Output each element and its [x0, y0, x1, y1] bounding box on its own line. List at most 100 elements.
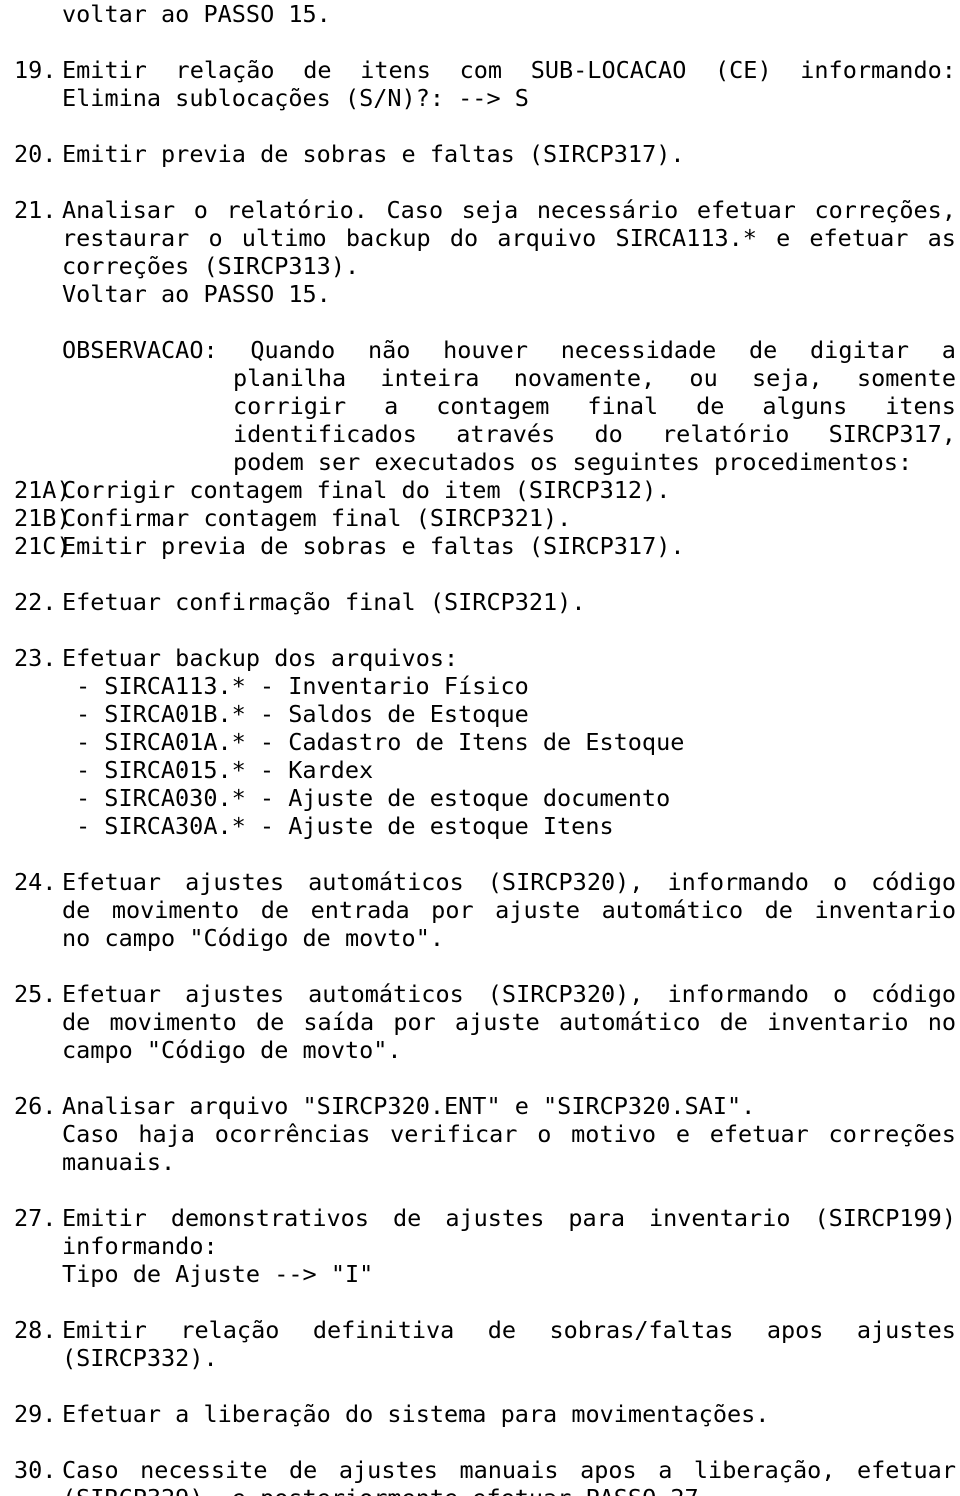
word: o [537, 1120, 552, 1148]
line-text: (SIRCP329), e posteriormente efetuar PAS… [62, 1484, 956, 1496]
word: código [871, 868, 956, 896]
word: movimento [111, 896, 240, 924]
word: efetuar [696, 196, 796, 224]
word: motivo [571, 1120, 657, 1148]
text-line: identificados através do relatório SIRCP317, [14, 420, 956, 448]
step-number: 19. [14, 56, 57, 84]
substep-line: 21B) Confirmar contagem final (SIRCP321). [14, 504, 956, 532]
word: a [941, 336, 956, 364]
text-line: campo "Código de movto". [14, 1036, 956, 1064]
word: Emitir [62, 1316, 147, 1344]
text-line: 25. Efetuar ajustes automáticos (SIRCP320), i… [14, 980, 956, 1008]
word: a [384, 392, 399, 420]
word: efetuar [856, 1456, 956, 1484]
line-text: Efetuar ajustes automáticos (SIRCP320), info… [62, 980, 956, 1008]
step-block: 20. Emitir previa de sobras e faltas (SIR… [14, 140, 956, 168]
word: correções, [814, 196, 956, 224]
line-text: correções (SIRCP313). [62, 252, 360, 280]
step-block: 19. Emitir relação de itens com SUB-LOCACAO (CE… [14, 56, 956, 112]
word: Emitir [62, 1204, 147, 1232]
word: (SIRCP320), [487, 980, 644, 1008]
substep-number: 21A) [14, 476, 71, 504]
word: automático [558, 1008, 701, 1036]
word: planilha [233, 364, 347, 392]
step-block: 21. Analisar o relatório. Caso seja necessário… [14, 196, 956, 308]
word: seja, [751, 364, 823, 392]
text-line: 29. Efetuar a liberação do sistema para m… [14, 1400, 956, 1428]
text-line: correções (SIRCP313). [14, 252, 956, 280]
text-line: - SIRCA30A.* - Ajuste de estoque Itens [14, 812, 956, 840]
step-number: 20. [14, 140, 57, 168]
word: saída [303, 1008, 375, 1036]
substep-text: Confirmar contagem final (SIRCP321). [62, 504, 572, 532]
step-block: 27. Emitir demonstrativos de ajustes para inve… [14, 1204, 956, 1288]
line-text: manuais. [62, 1148, 176, 1176]
line-text: Emitir previa de sobras e faltas (SIRCP3… [62, 140, 685, 168]
word: efetuar [809, 224, 909, 252]
line-text: Analisar o relatório. Caso seja necessário efe… [62, 196, 956, 224]
observacao-substeps: 21A) Corrigir contagem final do item (SIR… [14, 476, 956, 560]
word: entrada [310, 896, 410, 924]
text-line: voltar ao PASSO 15. [14, 0, 956, 28]
text-line: 24. Efetuar ajustes automáticos (SIRCP320), i… [14, 868, 956, 896]
word: (CE) [715, 56, 772, 84]
line-text: Efetuar confirmação final (SIRCP321). [62, 588, 586, 616]
step-number: 28. [14, 1316, 57, 1344]
word: arquivo [497, 224, 597, 252]
line-text: Emitir relação definitiva de sobras/faltas ap… [62, 1316, 956, 1344]
word: ultimo [241, 224, 327, 252]
word: (SIRCP320), [487, 868, 644, 896]
text-line: 26. Analisar arquivo "SIRCP320.ENT" e "SI… [14, 1092, 956, 1120]
step-number: 26. [14, 1092, 57, 1120]
word: contagem [436, 392, 550, 420]
word: ocorrências [214, 1120, 371, 1148]
text-line: (SIRCP332). [14, 1344, 956, 1372]
word: de [260, 896, 290, 924]
file-line-text: - SIRCA015.* - Kardex [76, 756, 374, 784]
word: código [871, 980, 956, 1008]
line-text: voltar ao PASSO 15. [62, 0, 331, 28]
word: houver [443, 336, 528, 364]
word: (SIRCP199) [814, 1204, 956, 1232]
word: haja [138, 1120, 195, 1148]
text-line: - SIRCA113.* - Inventario Físico [14, 672, 956, 700]
file-line-text: - SIRCA01A.* - Cadastro de Itens de Esto… [76, 728, 685, 756]
line-text: de movimento de saída por ajuste automático de i… [62, 1008, 956, 1036]
word: relatório [662, 420, 790, 448]
word: de [393, 1204, 422, 1232]
line-text: campo "Código de movto". [62, 1036, 402, 1064]
word: manuais [459, 1456, 559, 1484]
word: automáticos [308, 980, 464, 1008]
word: inventario [767, 1008, 909, 1036]
word: efetuar [709, 1120, 809, 1148]
steps-group-two: 22. Efetuar confirmação final (SIRCP321).… [14, 588, 956, 1496]
step-number: 25. [14, 980, 57, 1008]
word: de [487, 1316, 517, 1344]
word: digitar [810, 336, 910, 364]
word: por [393, 1008, 436, 1036]
line-text: OBSERVACAO: Quando não houver necessidade de d… [62, 336, 956, 364]
observacao-line-text: planilha inteira novamente, ou seja, somente [62, 364, 956, 392]
observacao-first-line: OBSERVACAO: Quando não houver necessidade de d… [14, 336, 956, 364]
step-number: 24. [14, 868, 57, 896]
step-number: 29. [14, 1400, 57, 1428]
word: no [927, 1008, 956, 1036]
step-number: 23. [14, 644, 57, 672]
line-text: Analisar arquivo "SIRCP320.ENT" e "SIRCP… [62, 1092, 756, 1120]
observacao-line-text: podem ser executados os seguintes proced… [233, 448, 913, 476]
word: ou [689, 364, 718, 392]
substep-number: 21C) [14, 532, 71, 560]
observacao-block: OBSERVACAO: Quando não houver necessidade de d… [14, 336, 956, 560]
text-line: corrigir a contagem final de alguns itens [14, 392, 956, 420]
word: somente [856, 364, 956, 392]
line-text: de movimento de entrada por ajuste automático d… [62, 896, 956, 924]
document-body: voltar ao PASSO 15. 19. Emitir relação de it… [14, 0, 956, 1496]
word: de [749, 336, 778, 364]
word: o [193, 196, 208, 224]
word: Quando [250, 336, 336, 364]
word: ajustes [856, 1316, 956, 1344]
word: verificar [390, 1120, 518, 1148]
word: ajustes [185, 980, 285, 1008]
word: relação [175, 56, 275, 84]
file-line-text: - SIRCA030.* - Ajuste de estoque documen… [76, 784, 671, 812]
